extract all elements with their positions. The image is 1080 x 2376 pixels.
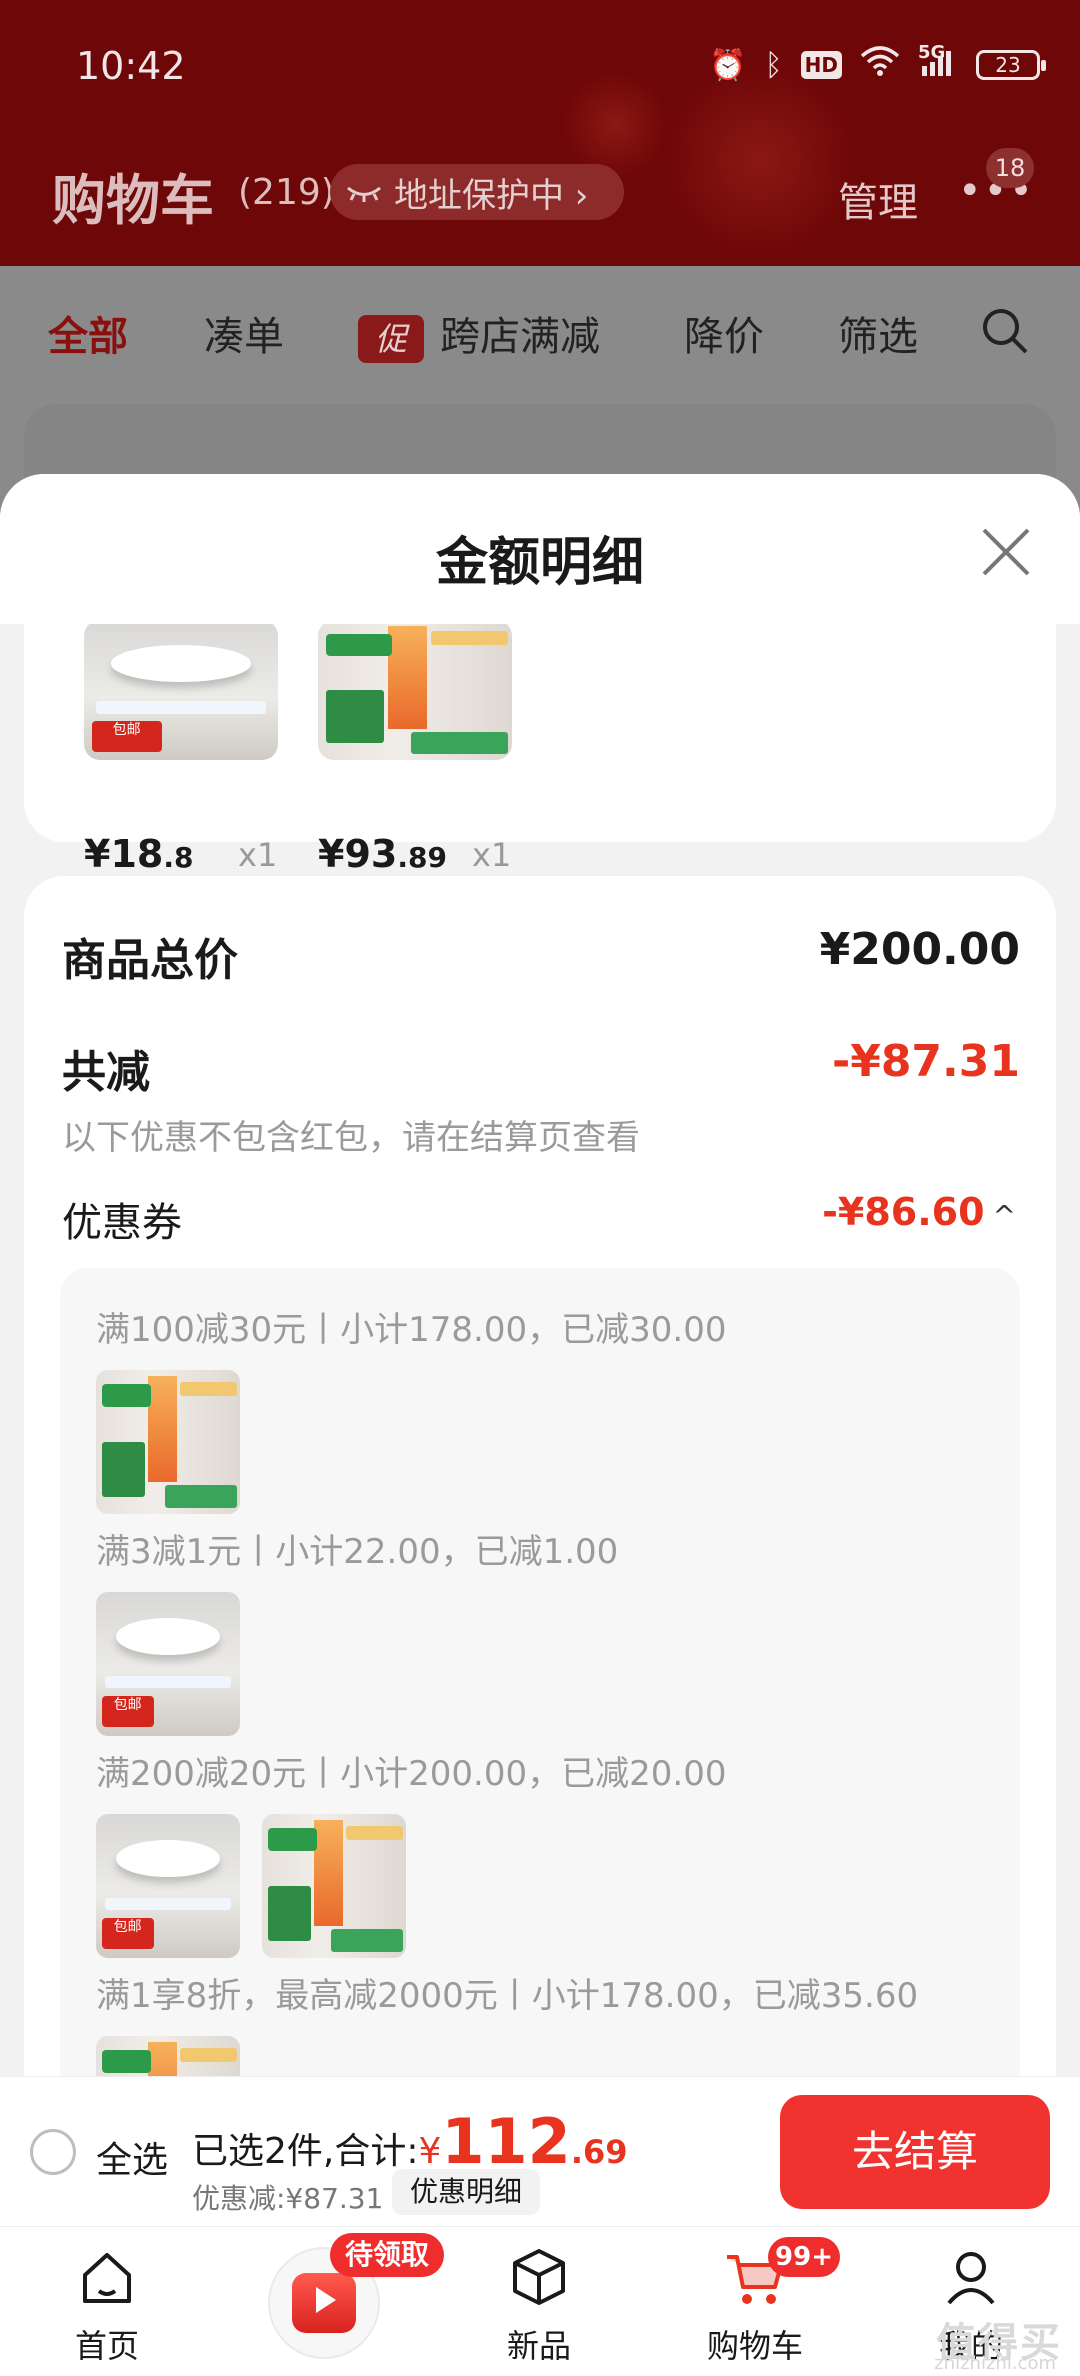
select-all-radio[interactable] <box>30 2129 76 2175</box>
wifi-icon <box>860 46 900 84</box>
coupon-rule-text: 满100减30元丨小计178.00，已减30.00 <box>96 1310 727 1350</box>
more-badge: 18 <box>986 148 1034 188</box>
search-icon[interactable] <box>980 306 1030 356</box>
heater-image <box>318 620 512 760</box>
price-detail-card: 商品总价 ¥200.00 共减 -¥87.31 以下优惠不包含红包，请在结算页查… <box>24 876 1056 2076</box>
total-reduce-value: -¥87.31 <box>831 1036 1020 1087</box>
promo-tag-icon: 促 <box>358 315 424 363</box>
tab-filter[interactable]: 筛选 <box>838 304 918 362</box>
home-icon <box>83 2253 131 2303</box>
chevron-up-icon: ^ <box>992 1199 1016 1232</box>
sheet-header: 金额明细 <box>0 474 1080 624</box>
coupon-rule-text: 满3减1元丨小计22.00，已减1.00 <box>96 1532 619 1572</box>
selected-total: 已选2件,合计:¥112.69 <box>192 2105 628 2178</box>
product-quantity: x1 <box>238 836 278 874</box>
product-thumbnail[interactable]: 包邮 <box>84 620 278 760</box>
bottom-tab-bar: 首页 待领取 新品 购物车 99+ 我的 值得买 zhizhizhi.com <box>0 2226 1080 2376</box>
eye-closed-icon <box>344 172 384 212</box>
center-badge: 待领取 <box>330 2233 444 2277</box>
discount-detail-button[interactable]: 优惠明细 <box>392 2169 541 2215</box>
product-thumbnail[interactable] <box>318 620 512 760</box>
user-icon <box>947 2252 995 2305</box>
address-protect-label: 地址保护中 › <box>394 175 589 216</box>
discount-summary: 优惠减:¥87.31 <box>192 2182 384 2215</box>
coupon-product-thumbnail[interactable] <box>96 2036 240 2076</box>
tab-combine[interactable]: 凑单 <box>204 304 284 362</box>
coupon-label: 优惠券 <box>62 1200 182 1246</box>
status-bar: 10:42 ⏰ ᛒ HD 5G 23 <box>76 30 1046 100</box>
tab-home-label: 首页 <box>74 2327 139 2365</box>
heater-image <box>262 1814 406 1958</box>
coupon-product-thumbnail[interactable]: 包邮 <box>96 1592 240 1736</box>
select-all-label[interactable]: 全选 <box>96 2131 168 2183</box>
page-title: 购物车 <box>52 169 214 232</box>
cart-header: 10:42 ⏰ ᛒ HD 5G 23 购物车 (219) 地址保护中 › 管理 … <box>0 0 1080 266</box>
redpacket-note: 以下优惠不包含红包，请在结算页查看 <box>62 1118 640 1158</box>
cube-icon <box>513 2249 565 2305</box>
coupon-product-thumbnail[interactable] <box>262 1814 406 1958</box>
battery-icon: 23 <box>976 50 1046 80</box>
product-price: ¥18.8 <box>84 832 194 876</box>
signal-icon: 5G <box>918 42 958 83</box>
close-icon[interactable] <box>978 524 1034 580</box>
total-price-value: ¥200.00 <box>819 924 1020 975</box>
coupon-rules-panel: 满100减30元丨小计178.00，已减30.00 满3减1元丨小计22.00，… <box>60 1268 1020 2076</box>
ceiling-lamp-image: 包邮 <box>84 620 278 760</box>
hd-icon: HD <box>800 51 842 79</box>
tab-cart-label: 购物车 <box>706 2327 803 2365</box>
cart-count: (219) <box>238 172 335 213</box>
tab-new-label: 新品 <box>506 2327 571 2365</box>
product-quantity: x1 <box>472 836 512 874</box>
tab-cross-store-label: 跨店满减 <box>440 314 600 360</box>
checkout-button[interactable]: 去结算 <box>780 2095 1050 2209</box>
coupon-value: -¥86.60 <box>822 1190 985 1234</box>
alarm-icon: ⏰ <box>709 47 747 83</box>
amount-detail-sheet: 金额明细 包邮 ¥18.8 x1 ¥93.89 x1 商品总价 ¥200.00 … <box>0 474 1080 2076</box>
heater-image <box>96 1370 240 1514</box>
coupon-rule-text: 满200减20元丨小计200.00，已减20.00 <box>96 1754 727 1794</box>
coupon-toggle[interactable]: -¥86.60 ^ <box>822 1190 1016 1234</box>
play-icon <box>316 2287 336 2313</box>
tab-cross-store[interactable]: 促跨店满减 <box>358 304 600 363</box>
checkout-bar: 全选 已选2件,合计:¥112.69 优惠减:¥87.31 优惠明细 去结算 <box>0 2076 1080 2226</box>
tab-all[interactable]: 全部 <box>48 304 128 362</box>
coupon-rule-text: 满1享8折，最高减2000元丨小计178.00，已减35.60 <box>96 1976 919 2016</box>
status-time: 10:42 <box>76 44 186 88</box>
address-protect-pill[interactable]: 地址保护中 › <box>330 164 624 220</box>
total-reduce-label: 共减 <box>62 1047 150 1098</box>
watermark-url: zhizhizhi.com <box>934 2353 1056 2374</box>
coupon-product-thumbnail[interactable]: 包邮 <box>96 1814 240 1958</box>
heater-image <box>96 2036 240 2076</box>
ceiling-lamp-image: 包邮 <box>96 1814 240 1958</box>
tab-price-drop[interactable]: 降价 <box>684 304 764 362</box>
product-price: ¥93.89 <box>318 832 447 876</box>
coupon-product-thumbnail[interactable] <box>96 1370 240 1514</box>
tab-new[interactable]: 新品 <box>464 2227 614 2376</box>
manage-button[interactable]: 管理 <box>838 170 918 228</box>
tab-home[interactable]: 首页 <box>32 2227 182 2376</box>
total-price-label: 商品总价 <box>62 935 238 986</box>
filter-bar: 全部 凑单 促跨店满减 降价 筛选 <box>0 266 1080 406</box>
sheet-title: 金额明细 <box>435 533 644 593</box>
ceiling-lamp-image: 包邮 <box>96 1592 240 1736</box>
bluetooth-icon: ᛒ <box>764 47 783 83</box>
cart-badge: 99+ <box>768 2237 840 2277</box>
